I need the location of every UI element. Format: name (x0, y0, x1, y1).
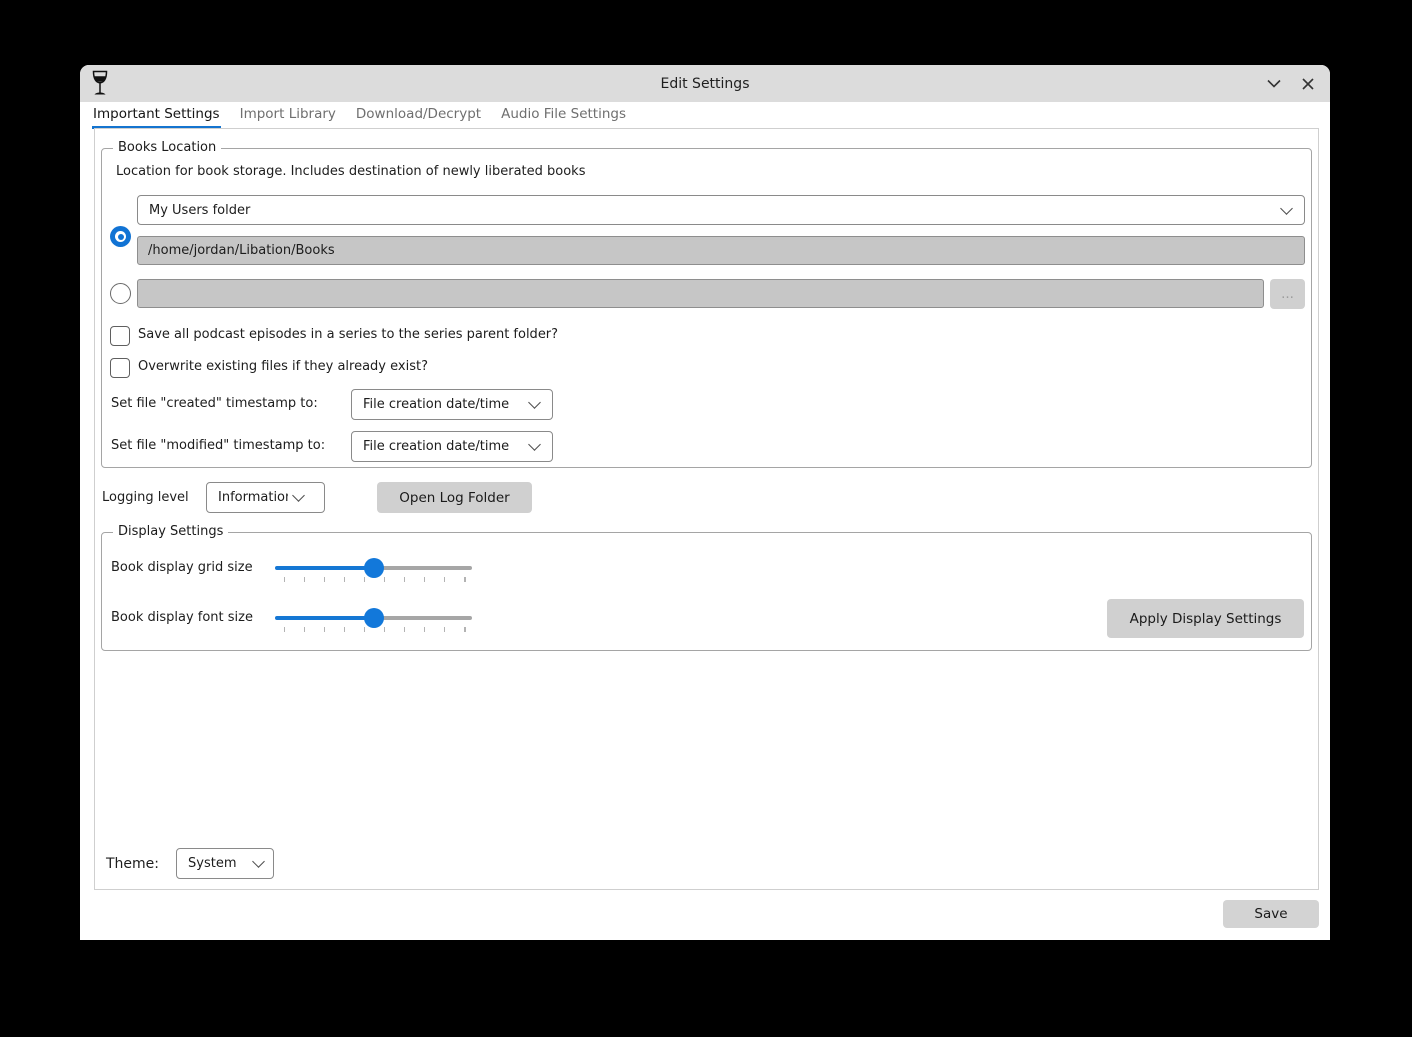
font-size-slider[interactable] (275, 608, 472, 628)
titlebar: Edit Settings (80, 65, 1330, 102)
apply-display-settings-button[interactable]: Apply Display Settings (1107, 599, 1304, 638)
display-settings-group: Display Settings Book display grid size … (101, 532, 1312, 651)
edit-settings-window: Edit Settings Important Settings Import … (80, 65, 1330, 940)
overwrite-existing-label: Overwrite existing files if they already… (138, 359, 428, 374)
grid-size-slider[interactable] (275, 558, 472, 578)
close-icon (1302, 78, 1314, 90)
font-size-ticks (284, 627, 466, 632)
save-podcast-series-checkbox[interactable] (110, 326, 130, 346)
tab-download-decrypt[interactable]: Download/Decrypt (355, 102, 482, 129)
books-location-preset-dropdown[interactable]: My Users folder (137, 195, 1305, 225)
preset-folder-radio[interactable] (110, 226, 131, 247)
overwrite-existing-checkbox[interactable] (110, 358, 130, 378)
preset-folder-path-field[interactable]: /home/jordan/Libation/Books (137, 236, 1305, 265)
books-location-description: Location for book storage. Includes dest… (116, 164, 586, 179)
custom-folder-radio[interactable] (110, 283, 131, 304)
tab-import-library[interactable]: Import Library (239, 102, 337, 129)
chevron-down-icon (528, 438, 541, 451)
created-timestamp-value: File creation date/time (352, 397, 524, 412)
save-podcast-series-label: Save all podcast episodes in a series to… (138, 327, 558, 342)
save-button[interactable]: Save (1223, 900, 1319, 928)
slider-thumb[interactable] (364, 558, 384, 578)
important-settings-panel: Books Location Location for book storage… (94, 128, 1319, 890)
browse-folder-button[interactable]: ... (1270, 279, 1305, 309)
theme-value: System (177, 856, 248, 871)
modified-timestamp-dropdown[interactable]: File creation date/time (351, 431, 553, 462)
chevron-down-icon (1267, 79, 1281, 88)
logging-level-value: Information (207, 490, 288, 505)
books-location-legend: Books Location (113, 140, 221, 155)
theme-dropdown[interactable]: System (176, 848, 274, 879)
chevron-down-icon (252, 855, 265, 868)
custom-folder-path-field[interactable] (137, 279, 1264, 308)
display-settings-legend: Display Settings (113, 524, 228, 539)
books-location-group: Books Location Location for book storage… (101, 148, 1312, 468)
modified-timestamp-value: File creation date/time (352, 439, 524, 454)
font-size-label: Book display font size (111, 610, 253, 625)
tab-strip: Important Settings Import Library Downlo… (80, 102, 1330, 129)
grid-size-label: Book display grid size (111, 560, 253, 575)
chevron-down-icon (528, 396, 541, 409)
slider-thumb[interactable] (364, 608, 384, 628)
tab-important-settings[interactable]: Important Settings (92, 102, 221, 129)
minimize-button[interactable] (1260, 70, 1288, 98)
open-log-folder-button[interactable]: Open Log Folder (377, 482, 532, 513)
modified-timestamp-label: Set file "modified" timestamp to: (111, 438, 325, 453)
logging-level-dropdown[interactable]: Information (206, 482, 325, 513)
window-title: Edit Settings (80, 76, 1330, 92)
close-button[interactable] (1294, 70, 1322, 98)
chevron-down-icon (292, 489, 305, 502)
created-timestamp-label: Set file "created" timestamp to: (111, 396, 318, 411)
grid-size-ticks (284, 577, 466, 582)
created-timestamp-dropdown[interactable]: File creation date/time (351, 389, 553, 420)
theme-label: Theme: (106, 856, 159, 872)
tab-audio-file-settings[interactable]: Audio File Settings (500, 102, 627, 129)
preset-dropdown-value: My Users folder (138, 203, 1276, 218)
chevron-down-icon (1280, 202, 1293, 215)
logging-level-label: Logging level (102, 490, 189, 505)
